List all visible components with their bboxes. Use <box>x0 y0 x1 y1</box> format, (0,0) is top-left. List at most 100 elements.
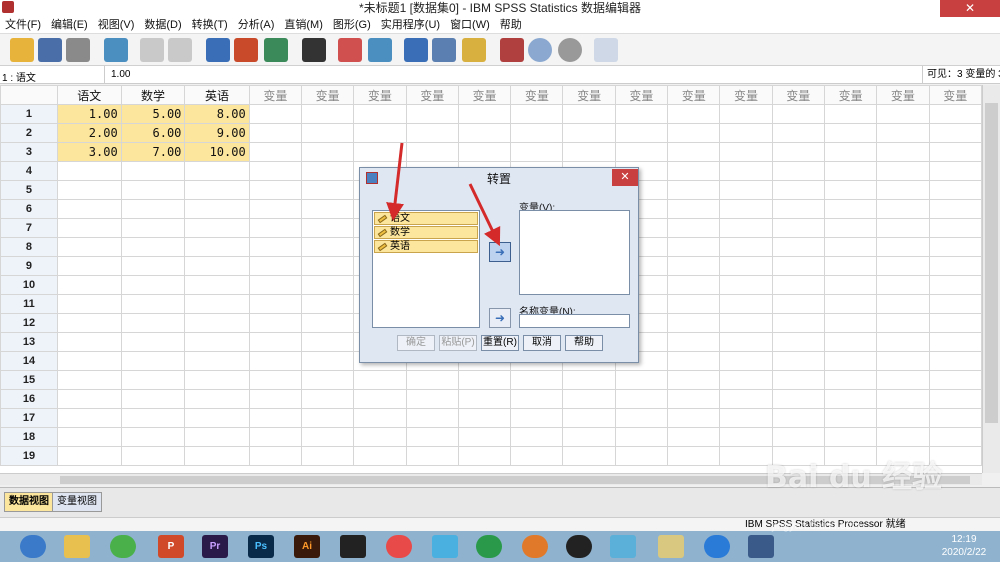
row-header[interactable]: 10 <box>0 275 58 295</box>
data-cell[interactable] <box>614 408 669 428</box>
data-cell[interactable] <box>719 256 773 276</box>
insert-cases-icon[interactable] <box>338 38 362 62</box>
data-cell[interactable] <box>510 104 564 124</box>
data-cell[interactable] <box>510 123 564 143</box>
column-header[interactable]: 英语 <box>184 85 250 105</box>
data-cell[interactable] <box>771 313 825 333</box>
data-cell[interactable] <box>248 161 302 181</box>
data-cell[interactable] <box>823 370 878 390</box>
data-cell[interactable] <box>667 313 721 333</box>
data-cell[interactable] <box>876 313 930 333</box>
data-cell[interactable] <box>248 199 302 219</box>
data-cell[interactable] <box>823 389 878 409</box>
data-cell[interactable] <box>667 142 721 162</box>
data-cell[interactable] <box>184 332 250 352</box>
data-cell[interactable] <box>300 218 355 238</box>
data-cell[interactable] <box>120 370 186 390</box>
data-cell[interactable] <box>184 427 250 447</box>
data-cell[interactable] <box>184 408 250 428</box>
data-cell[interactable] <box>300 142 355 162</box>
data-cell[interactable] <box>56 294 122 314</box>
data-cell[interactable] <box>120 180 186 200</box>
column-header[interactable]: 语文 <box>56 85 122 105</box>
cell-value-input[interactable]: 1.00 <box>104 66 920 84</box>
data-cell[interactable] <box>56 199 122 219</box>
data-cell[interactable] <box>928 180 982 200</box>
data-cell[interactable] <box>353 446 407 466</box>
data-cell[interactable] <box>120 332 186 352</box>
data-cell[interactable] <box>300 294 355 314</box>
data-cell[interactable] <box>248 313 302 333</box>
data-cell[interactable] <box>300 161 355 181</box>
data-cell[interactable] <box>300 370 355 390</box>
column-header[interactable]: 数学 <box>120 85 186 105</box>
data-cell[interactable] <box>56 446 122 466</box>
data-cell[interactable]: 9.00 <box>184 123 250 143</box>
name-variable-field[interactable] <box>519 314 630 328</box>
data-cell[interactable] <box>876 351 930 371</box>
goto-variable-icon[interactable] <box>234 38 258 62</box>
data-cell[interactable] <box>876 199 930 219</box>
data-cell[interactable] <box>120 161 186 181</box>
wechat-icon[interactable] <box>110 535 136 558</box>
data-cell[interactable] <box>405 427 459 447</box>
data-cell[interactable] <box>667 408 721 428</box>
data-cell[interactable] <box>667 123 721 143</box>
move-to-variables-button[interactable]: ➜ <box>489 242 511 262</box>
data-cell[interactable] <box>928 142 982 162</box>
save-icon[interactable] <box>38 38 62 62</box>
data-cell[interactable] <box>876 142 930 162</box>
data-cell[interactable] <box>771 370 825 390</box>
spell-check-icon[interactable] <box>594 38 618 62</box>
data-cell[interactable] <box>248 389 302 409</box>
data-cell[interactable] <box>300 123 355 143</box>
data-cell[interactable] <box>184 161 250 181</box>
column-header[interactable]: 变量 <box>405 85 459 105</box>
data-cell[interactable] <box>667 256 721 276</box>
row-header[interactable]: 2 <box>0 123 58 143</box>
data-cell[interactable] <box>667 351 721 371</box>
data-cell[interactable] <box>300 332 355 352</box>
data-cell[interactable] <box>56 313 122 333</box>
vertical-scrollbar[interactable] <box>982 85 1000 473</box>
data-cell[interactable]: 2.00 <box>56 123 122 143</box>
photoshop-icon[interactable]: Ps <box>248 535 274 558</box>
data-cell[interactable] <box>771 142 825 162</box>
illustrator-icon[interactable]: Ai <box>294 535 320 558</box>
source-variable-list[interactable]: 语文 数学 英语 <box>372 210 480 328</box>
system-clock[interactable]: 12:19 2020/2/22 <box>934 533 994 559</box>
data-cell[interactable] <box>667 199 721 219</box>
data-cell[interactable] <box>248 446 302 466</box>
data-cell[interactable] <box>120 294 186 314</box>
data-cell[interactable] <box>823 161 878 181</box>
data-cell[interactable] <box>184 389 250 409</box>
data-cell[interactable] <box>248 180 302 200</box>
data-cell[interactable] <box>120 351 186 371</box>
menu-analyze[interactable]: 分析(A) <box>233 17 280 33</box>
data-cell[interactable] <box>457 104 512 124</box>
column-header[interactable]: 变量 <box>719 85 773 105</box>
data-cell[interactable] <box>248 218 302 238</box>
data-cell[interactable] <box>876 332 930 352</box>
row-header[interactable]: 14 <box>0 351 58 371</box>
data-cell[interactable] <box>719 427 773 447</box>
data-cell[interactable] <box>928 351 982 371</box>
row-header[interactable]: 11 <box>0 294 58 314</box>
ie-icon[interactable] <box>704 535 730 558</box>
data-cell[interactable] <box>300 199 355 219</box>
data-cell[interactable] <box>184 237 250 257</box>
data-cell[interactable] <box>771 275 825 295</box>
data-cell[interactable] <box>248 408 302 428</box>
data-cell[interactable] <box>667 294 721 314</box>
list-item[interactable]: 英语 <box>374 240 478 253</box>
data-cell[interactable] <box>405 408 459 428</box>
data-cell[interactable] <box>248 351 302 371</box>
data-cell[interactable] <box>771 104 825 124</box>
data-cell[interactable] <box>876 427 930 447</box>
row-header[interactable]: 8 <box>0 237 58 257</box>
data-cell[interactable]: 8.00 <box>184 104 250 124</box>
data-cell[interactable] <box>667 161 721 181</box>
data-cell[interactable] <box>184 313 250 333</box>
notes-icon[interactable] <box>610 535 636 558</box>
data-cell[interactable] <box>184 199 250 219</box>
